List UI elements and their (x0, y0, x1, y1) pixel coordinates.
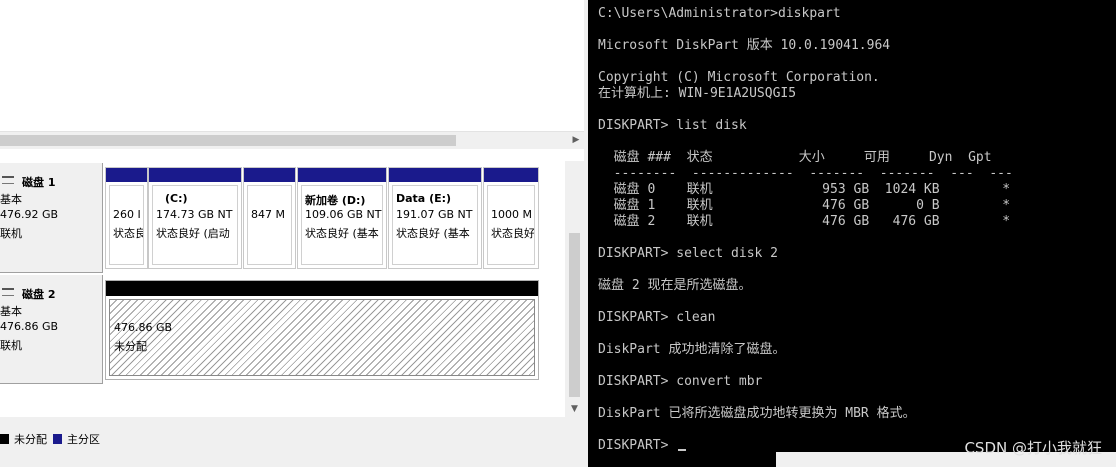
text-cursor (678, 449, 687, 451)
unallocated-label: 未分配 (114, 340, 147, 353)
unallocated-band (106, 281, 538, 296)
partition-size: 191.07 GB NT (396, 208, 473, 221)
console-line: DiskPart 已将所选磁盘成功地转更换为 MBR 格式。 (598, 406, 916, 421)
unallocated-region[interactable]: 476.86 GB 未分配 (105, 280, 539, 380)
disk-1-type: 基本 (0, 193, 22, 206)
partition-status: 状态良好 (491, 227, 535, 240)
console-line: 磁盘 2 现在是所选磁盘。 (598, 278, 752, 293)
console-line: 磁盘 0 联机 953 GB 1024 KB * (598, 182, 1011, 197)
console-line: -------- ------------- ------- ------- -… (598, 166, 1013, 181)
status-bar (0, 449, 588, 467)
disk-2-size: 476.86 GB (0, 320, 59, 333)
horizontal-scrollbar[interactable]: ▶ (0, 131, 584, 149)
partition-label: Data (E:) (396, 192, 452, 205)
console-line: 磁盘 1 联机 476 GB 0 B * (598, 198, 1011, 213)
primary-partition-band (106, 168, 147, 182)
partition-d[interactable]: 新加卷 (D:) 109.06 GB NT 状态良好 (基本 (297, 167, 387, 269)
primary-partition-band (149, 168, 241, 182)
horizontal-scroll-thumb[interactable] (0, 135, 456, 146)
partition-size: 847 M (251, 208, 285, 221)
partition-size: 1000 M (491, 208, 532, 221)
console-line: DISKPART> select disk 2 (598, 246, 779, 261)
disk-1-size: 476.92 GB (0, 208, 59, 221)
disk-2-type: 基本 (0, 305, 22, 318)
partition-status: 状态良好 (基本 (396, 227, 470, 240)
partition-size: 260 I (113, 208, 141, 221)
partition-1-1[interactable]: 260 I 状态良好 (105, 167, 148, 269)
console-line: 磁盘 ### 状态 大小 可用 Dyn Gpt (598, 150, 992, 165)
primary-partition-band (389, 168, 481, 182)
pane-gap (0, 149, 584, 161)
primary-partition-band (244, 168, 295, 182)
disk-2-name: 磁盘 2 (22, 288, 56, 301)
legend-label: 主分区 (67, 433, 100, 446)
legend: 未分配 主分区 (0, 429, 588, 449)
partition-label: 新加卷 (D:) (305, 194, 366, 207)
disk-icon (2, 288, 14, 296)
legend-item-primary: 主分区 (53, 431, 100, 447)
unallocated-size: 476.86 GB (114, 321, 173, 334)
partition-size: 174.73 GB NT (156, 208, 233, 221)
scroll-right-icon[interactable]: ▶ (570, 134, 582, 146)
console-line: DISKPART> convert mbr (598, 374, 763, 389)
unallocated-hatch (109, 299, 535, 376)
partition-status: 状态良好 (基本 (305, 227, 379, 240)
disk-icon (2, 176, 14, 184)
legend-label: 未分配 (14, 433, 47, 446)
console-line: Microsoft DiskPart 版本 10.0.19041.964 (598, 38, 891, 53)
console-line: DiskPart 成功地清除了磁盘。 (598, 342, 786, 357)
console-line: Copyright (C) Microsoft Corporation. (598, 70, 880, 85)
console-line: C:\Users\Administrator>diskpart (598, 6, 841, 21)
partition-e[interactable]: Data (E:) 191.07 GB NT 状态良好 (基本 (388, 167, 482, 269)
command-prompt-window[interactable]: C:\Users\Administrator>diskpart Microsoft… (588, 0, 1116, 467)
partition-status: 状态良好 (113, 227, 143, 240)
csdn-watermark: CSDN @打小我就狂 (964, 439, 1102, 457)
vertical-scrollbar[interactable]: ▼ (566, 161, 583, 417)
legend-separator (0, 417, 588, 429)
console-output: C:\Users\Administrator>diskpart Microsoft… (598, 6, 1013, 454)
partition-1-3[interactable]: 847 M (243, 167, 296, 269)
disk-2-status: 联机 (0, 339, 22, 352)
disk-1-label[interactable]: 磁盘 1 基本 476.92 GB 联机 (0, 163, 103, 273)
disk-management-window: ▶ 磁盘 1 基本 476.92 GB 联机 260 I 状态良好 (C:) 1… (0, 0, 588, 467)
primary-partition-band (484, 168, 538, 182)
disk-2-label[interactable]: 磁盘 2 基本 476.86 GB 联机 (0, 275, 103, 384)
partition-size: 109.06 GB NT (305, 208, 382, 221)
legend-item-unallocated: 未分配 (0, 431, 47, 447)
volume-list-area (0, 0, 584, 131)
primary-partition-band (298, 168, 386, 182)
legend-swatch-primary (53, 434, 62, 444)
disk-1-status: 联机 (0, 227, 22, 240)
legend-swatch-unallocated (0, 434, 9, 444)
disk-1-name: 磁盘 1 (22, 176, 56, 189)
console-line: 磁盘 2 联机 476 GB 476 GB * (598, 214, 1011, 229)
scroll-down-icon[interactable]: ▼ (566, 403, 583, 415)
partition-c[interactable]: (C:) 174.73 GB NT 状态良好 (启动 (148, 167, 242, 269)
partition-label: (C:) (165, 192, 188, 205)
console-line: 在计算机上: WIN-9E1A2USQGI5 (598, 86, 797, 101)
disk-graphical-view: 磁盘 1 基本 476.92 GB 联机 260 I 状态良好 (C:) 174… (0, 161, 565, 417)
vertical-scroll-thumb[interactable] (569, 233, 580, 397)
console-line: DISKPART> list disk (598, 118, 747, 133)
partition-1-6[interactable]: 1000 M 状态良好 (483, 167, 539, 269)
console-line: DISKPART> clean (598, 310, 716, 325)
partition-status: 状态良好 (启动 (156, 227, 230, 240)
